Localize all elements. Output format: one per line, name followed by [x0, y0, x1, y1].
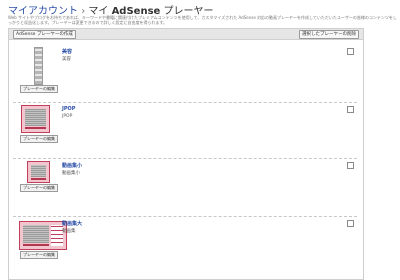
- page-description: Web サイトやブログをお持ちであれば、キーワードや書籍に関連付けたプレミアムコ…: [8, 15, 397, 25]
- player-thumbnail-pink: [27, 161, 50, 183]
- player-controls-bar-icon: [25, 127, 46, 129]
- edit-player-button[interactable]: プレーヤーの編集: [20, 251, 58, 259]
- video-screen-icon: [23, 225, 49, 243]
- player-name-link[interactable]: JPOP: [62, 106, 75, 112]
- player-subtitle: 動画集小: [62, 171, 80, 176]
- player-thumbnail-pink: [21, 105, 50, 133]
- player-subtitle: JPOP: [62, 114, 73, 119]
- player-list-panel: AdSense プレーヤーの作成 選択したプレーヤーの削除 プレーヤーの編集 美…: [8, 28, 364, 280]
- player-subtitle: 動画集: [62, 229, 76, 234]
- player-row: プレーヤーの編集 JPOP JPOP: [9, 103, 363, 159]
- remove-selected-players-button[interactable]: 選択したプレーヤーの削除: [299, 30, 359, 39]
- player-name-link[interactable]: 動画集小: [62, 162, 82, 169]
- player-thumbnail-skinny: [34, 47, 43, 85]
- select-player-checkbox[interactable]: [347, 106, 354, 113]
- player-controls-bar-icon: [23, 244, 49, 246]
- player-name-link[interactable]: 美容: [62, 48, 72, 55]
- player-name-link[interactable]: 動画集大: [62, 220, 82, 227]
- player-controls-bar-icon: [31, 178, 46, 180]
- select-player-checkbox[interactable]: [347, 220, 354, 227]
- player-row: プレーヤーの編集 動画集大 動画集: [9, 217, 363, 279]
- video-screen-icon: [31, 165, 46, 177]
- player-row: プレーヤーの編集 美容 美容: [9, 45, 363, 103]
- create-player-button[interactable]: AdSense プレーヤーの作成: [13, 30, 76, 39]
- select-player-checkbox[interactable]: [347, 48, 354, 55]
- edit-player-button[interactable]: プレーヤーの編集: [20, 135, 58, 143]
- select-player-checkbox[interactable]: [347, 162, 354, 169]
- player-subtitle: 美容: [62, 57, 71, 62]
- toolbar: AdSense プレーヤーの作成 選択したプレーヤーの削除: [9, 29, 363, 40]
- video-screen-icon: [25, 109, 46, 126]
- edit-player-button[interactable]: プレーヤーの編集: [20, 184, 58, 192]
- player-thumbnail-large: [19, 221, 67, 250]
- edit-player-button[interactable]: プレーヤーの編集: [20, 85, 58, 93]
- player-row: プレーヤーの編集 動画集小 動画集小: [9, 159, 363, 217]
